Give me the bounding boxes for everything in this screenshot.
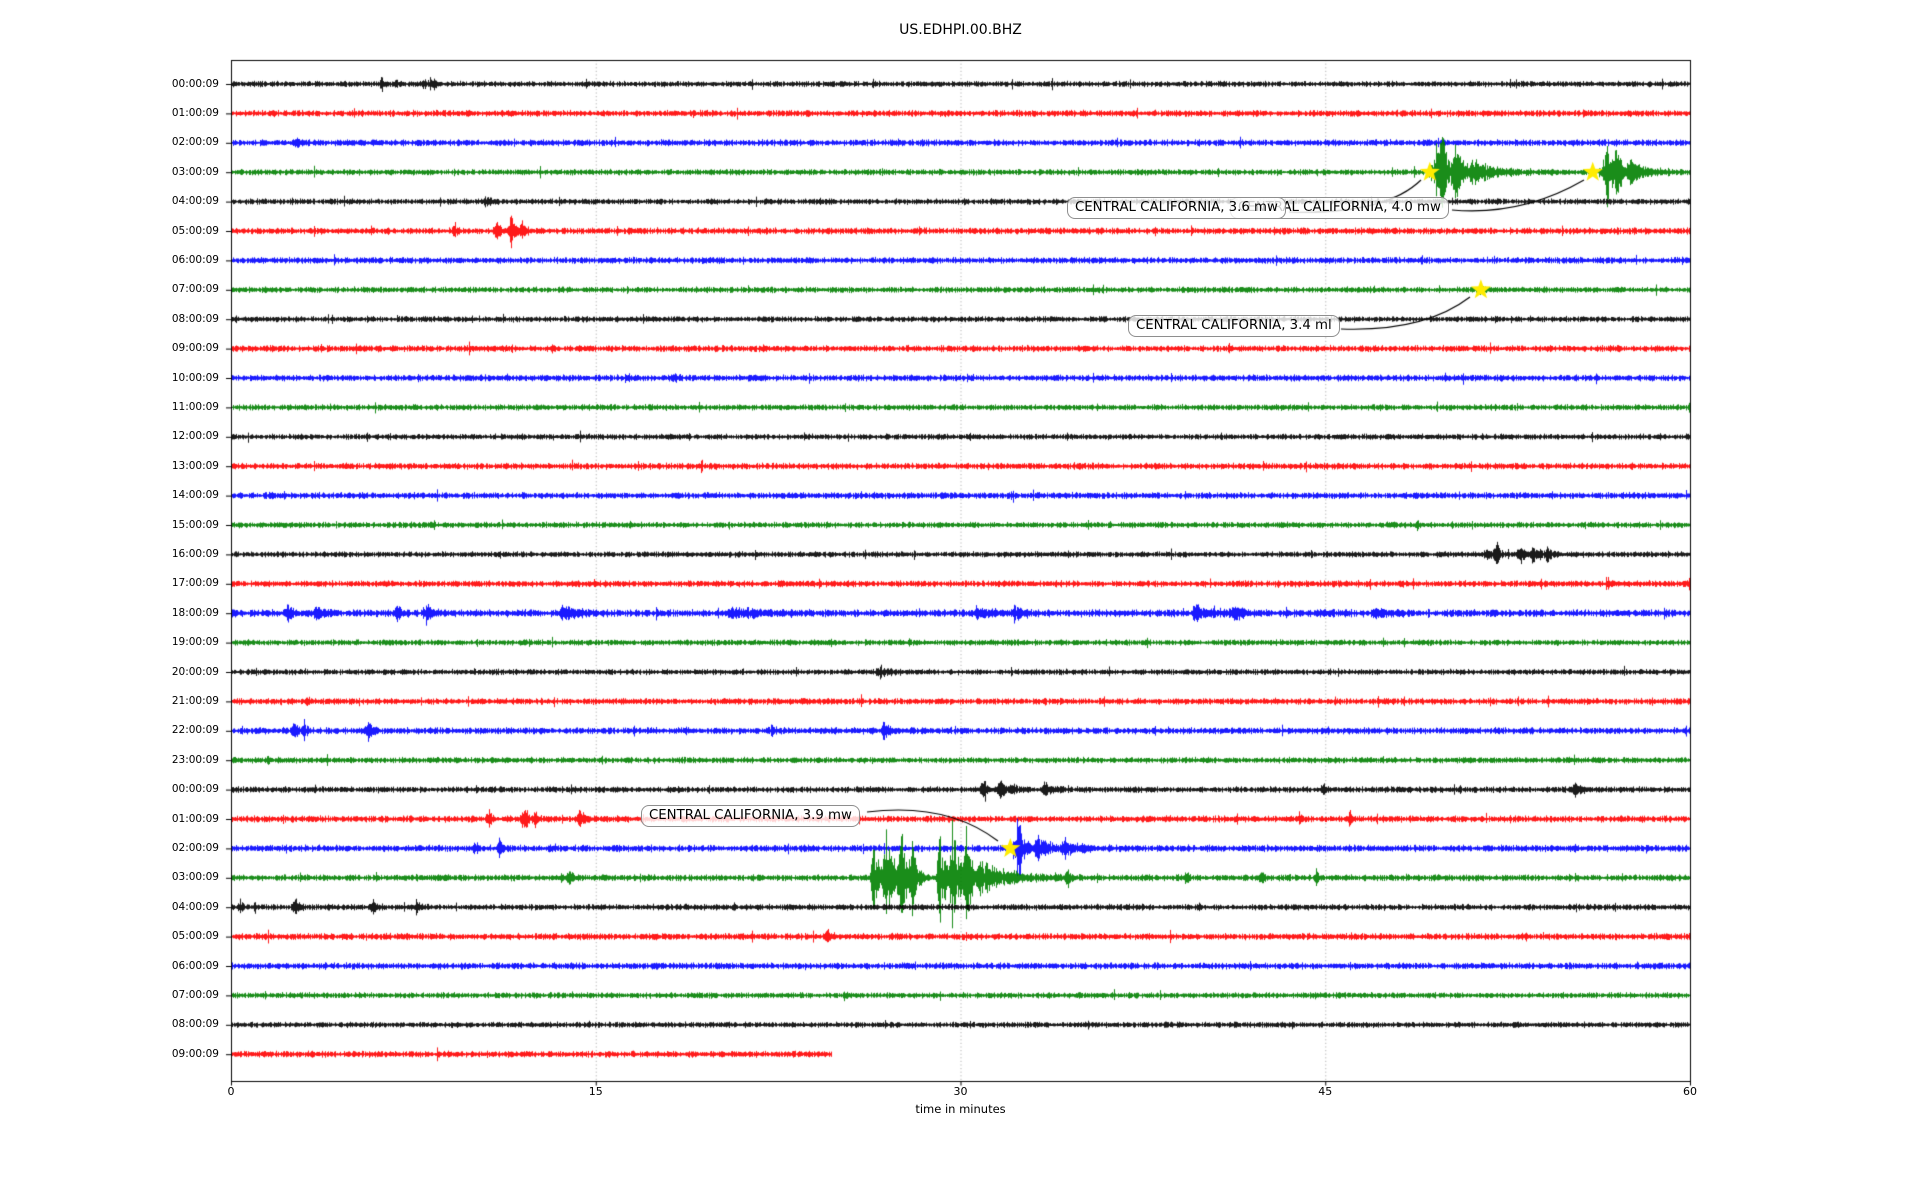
- trace-time-label: 23:00:09: [171, 753, 219, 766]
- trace-time-label: 04:00:09: [171, 195, 219, 208]
- seismogram-canvas: [0, 0, 1920, 1200]
- trace-time-label: 12:00:09: [171, 430, 219, 443]
- trace-time-label: 07:00:09: [171, 988, 219, 1001]
- trace-time-label: 05:00:09: [171, 224, 219, 237]
- chart-title: US.EDHPI.00.BHZ: [899, 22, 1022, 38]
- trace-time-label: 14:00:09: [171, 489, 219, 502]
- event-annotation: CENTRAL CALIFORNIA, 3.9 mw: [641, 805, 860, 827]
- trace-time-label: 09:00:09: [171, 342, 219, 355]
- trace-time-label: 08:00:09: [171, 1018, 219, 1031]
- trace-time-label: 13:00:09: [171, 459, 219, 472]
- trace-time-label: 01:00:09: [171, 812, 219, 825]
- x-axis-title: time in minutes: [915, 1102, 1006, 1116]
- trace-time-label: 00:00:09: [171, 783, 219, 796]
- trace-time-label: 16:00:09: [171, 547, 219, 560]
- trace-time-label: 00:00:09: [171, 77, 219, 90]
- trace-time-label: 10:00:09: [171, 371, 219, 384]
- trace-time-label: 08:00:09: [171, 312, 219, 325]
- trace-time-label: 17:00:09: [171, 577, 219, 590]
- trace-time-label: 22:00:09: [171, 724, 219, 737]
- event-annotation: CENTRAL CALIFORNIA, 3.6 mw: [1067, 197, 1286, 219]
- trace-time-label: 03:00:09: [171, 165, 219, 178]
- trace-time-label: 06:00:09: [171, 959, 219, 972]
- x-tick-label: 60: [1683, 1085, 1697, 1098]
- x-tick-label: 0: [227, 1085, 235, 1098]
- trace-time-label: 09:00:09: [171, 1047, 219, 1060]
- trace-time-label: 04:00:09: [171, 900, 219, 913]
- seismogram-figure: US.EDHPI.00.BHZ 00:00:09 01:00:09 02:00:09…: [0, 0, 1920, 1200]
- trace-time-label: 21:00:09: [171, 694, 219, 707]
- trace-time-label: 20:00:09: [171, 665, 219, 678]
- x-tick-label: 15: [588, 1085, 603, 1098]
- trace-time-label: 05:00:09: [171, 930, 219, 943]
- trace-time-label: 06:00:09: [171, 253, 219, 266]
- trace-time-label: 01:00:09: [171, 106, 219, 119]
- trace-time-label: 07:00:09: [171, 283, 219, 296]
- trace-time-label: 02:00:09: [171, 841, 219, 854]
- x-tick-label: 30: [953, 1085, 968, 1098]
- trace-time-label: 15:00:09: [171, 518, 219, 531]
- trace-time-label: 18:00:09: [171, 606, 219, 619]
- trace-time-label: 11:00:09: [171, 400, 219, 413]
- trace-time-label: 19:00:09: [171, 636, 219, 649]
- trace-time-label: 02:00:09: [171, 136, 219, 149]
- trace-time-label: 03:00:09: [171, 871, 219, 884]
- event-annotation: CENTRAL CALIFORNIA, 3.4 ml: [1128, 315, 1340, 337]
- x-tick-label: 45: [1318, 1085, 1333, 1098]
